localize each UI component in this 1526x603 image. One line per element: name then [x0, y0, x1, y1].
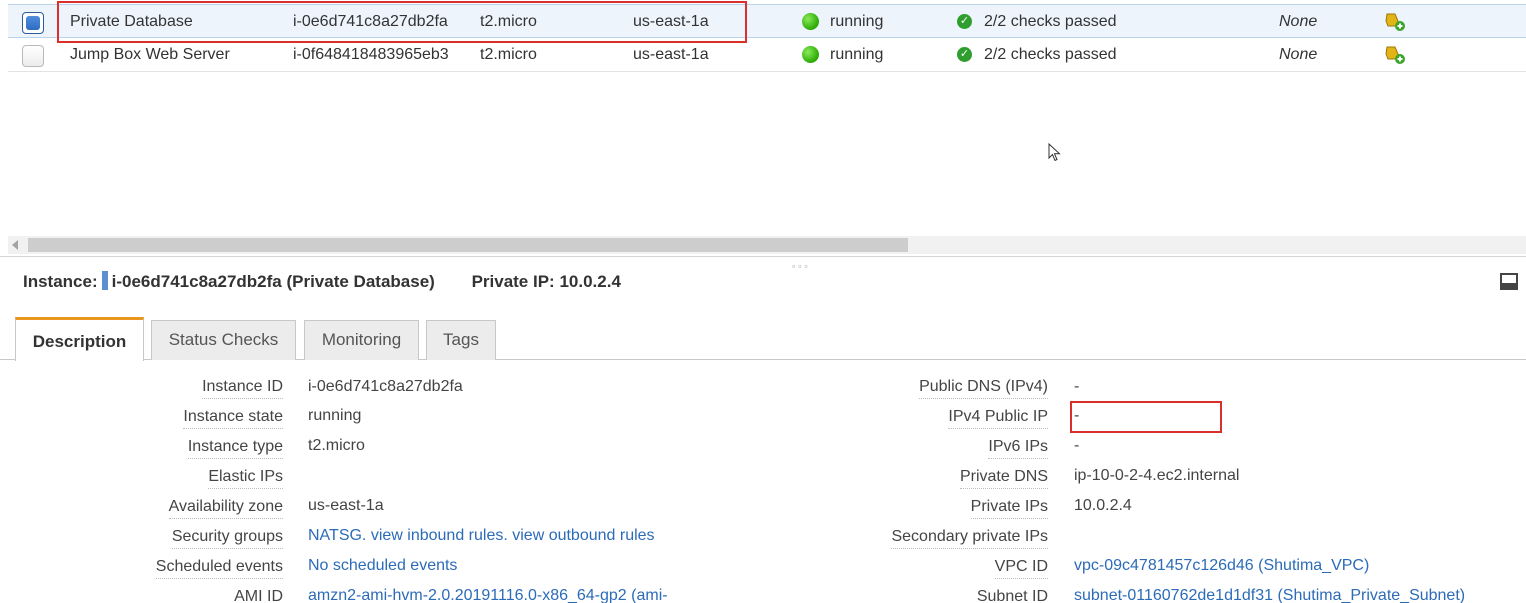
subnet-id-link[interactable]: subnet-01160762de1d1df31 (Shutima_Privat…: [1074, 586, 1465, 603]
ipv6-ips-value: -: [1074, 437, 1080, 454]
mouse-cursor-icon: [1048, 143, 1061, 162]
field-label: Secondary private IPs: [891, 527, 1048, 549]
security-groups-link[interactable]: NATSG. view inbound rules. view outbound…: [308, 526, 655, 546]
field-label: Instance type: [187, 437, 283, 459]
field-label: IPv6 IPs: [988, 437, 1048, 459]
scrollbar-thumb[interactable]: [28, 238, 908, 252]
field-label: Instance ID: [202, 377, 283, 399]
field-label: Security groups: [171, 527, 283, 549]
highlight-public-ip: [1070, 401, 1222, 433]
field-label: VPC ID: [994, 557, 1048, 579]
instance-type-value: t2.micro: [308, 437, 365, 454]
green-check-icon: ✓: [957, 14, 972, 29]
status-checks: 2/2 checks passed: [984, 46, 1117, 63]
green-circle-icon: [802, 13, 819, 30]
instance-color-marker: [101, 271, 108, 290]
instance-type: t2.micro: [480, 46, 537, 63]
field-label: IPv4 Public IP: [948, 407, 1048, 429]
alarm-bell-add-icon[interactable]: [1384, 45, 1406, 65]
instance-value: i-0e6d741c8a27db2fa (Private Database): [111, 272, 435, 291]
instance-state: running: [830, 13, 884, 30]
pane-divider[interactable]: [0, 256, 1526, 257]
instance-name: Jump Box Web Server: [70, 46, 230, 63]
tab-status-checks[interactable]: Status Checks: [151, 320, 296, 360]
row-select-checkbox[interactable]: [22, 45, 44, 67]
tab-tags[interactable]: Tags: [426, 320, 496, 360]
details-tabs: Description Status Checks Monitoring Tag…: [0, 316, 1526, 361]
status-checks: 2/2 checks passed: [984, 13, 1117, 30]
ami-id-link[interactable]: amzn2-ami-hvm-2.0.20191116.0-x86_64-gp2 …: [308, 586, 668, 603]
scroll-left-icon[interactable]: [12, 240, 18, 250]
instance-id-value: i-0e6d741c8a27db2fa: [308, 378, 463, 395]
row-select-checkbox[interactable]: [22, 12, 44, 34]
private-ips-value: 10.0.2.4: [1074, 497, 1132, 514]
vpc-id-link[interactable]: vpc-09c4781457c126d46 (Shutima_VPC): [1074, 556, 1369, 576]
minimize-panel-icon[interactable]: [1500, 273, 1518, 290]
instance-state: running: [830, 46, 884, 63]
highlight-selected-instance: [57, 1, 747, 43]
green-circle-icon: [802, 46, 819, 63]
field-label: Instance state: [183, 407, 283, 429]
resize-grip-icon[interactable]: ▫▫▫: [792, 261, 811, 271]
alarm-status: None: [1279, 46, 1318, 63]
instance-row[interactable]: Jump Box Web Server i-0f648418483965eb3 …: [8, 38, 1526, 72]
availability-zone-value: us-east-1a: [308, 497, 384, 514]
field-label: AMI ID: [234, 587, 283, 603]
field-label: Subnet ID: [977, 587, 1048, 603]
tab-description[interactable]: Description: [15, 317, 144, 361]
field-label: Elastic IPs: [208, 467, 283, 489]
availability-zone: us-east-1a: [633, 46, 709, 63]
field-label: Private IPs: [970, 497, 1048, 519]
tab-monitoring[interactable]: Monitoring: [304, 320, 419, 360]
instance-id: i-0f648418483965eb3: [293, 46, 449, 63]
field-label: Public DNS (IPv4): [919, 377, 1048, 399]
instance-state-value: running: [308, 407, 362, 424]
private-ip-value: 10.0.2.4: [559, 272, 621, 291]
instance-label: Instance:: [23, 272, 98, 291]
field-label: Private DNS: [959, 467, 1048, 489]
horizontal-scrollbar[interactable]: [8, 236, 1526, 254]
private-dns-value: ip-10-0-2-4.ec2.internal: [1074, 467, 1240, 484]
public-dns-value: -: [1074, 378, 1080, 395]
instance-header: Instance: i-0e6d741c8a27db2fa (Private Da…: [23, 271, 621, 292]
field-label: Availability zone: [168, 497, 283, 519]
alarm-bell-add-icon[interactable]: [1384, 12, 1406, 32]
scheduled-events-link[interactable]: No scheduled events: [308, 556, 457, 576]
private-ip-label: Private IP:: [471, 272, 555, 291]
field-label: Scheduled events: [155, 557, 283, 579]
green-check-icon: ✓: [957, 47, 972, 62]
alarm-status: None: [1279, 13, 1318, 30]
